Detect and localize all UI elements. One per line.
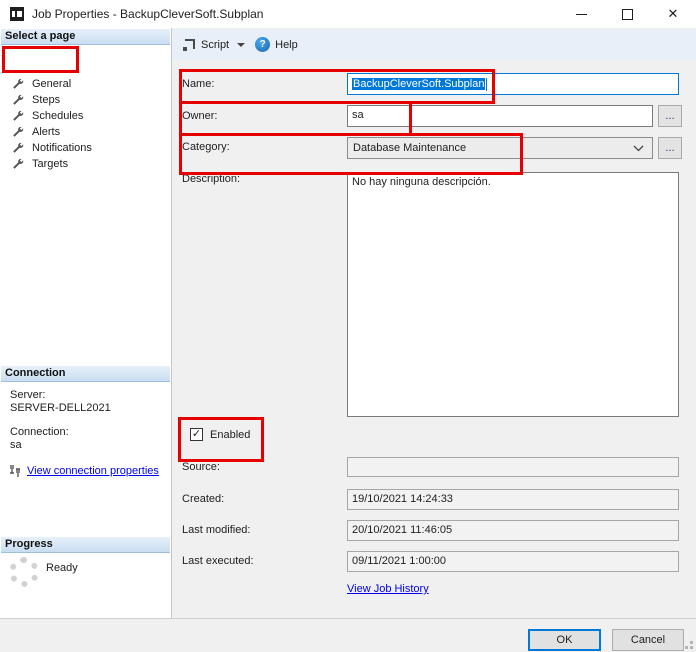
created-label: Created: xyxy=(182,493,224,505)
name-input[interactable]: BackupCleverSoft.Subplan xyxy=(347,73,679,95)
owner-input[interactable]: sa xyxy=(347,105,653,127)
name-value-selected: BackupCleverSoft.Subplan xyxy=(352,78,485,90)
progress-status: Ready xyxy=(46,562,78,574)
description-textarea[interactable]: No hay ninguna descripción. xyxy=(347,172,679,417)
name-label: Name: xyxy=(182,78,214,90)
minimize-icon xyxy=(576,14,587,15)
category-value: Database Maintenance xyxy=(353,142,466,154)
sidebar-item-label: Notifications xyxy=(32,142,92,154)
connection-label: Connection: xyxy=(10,426,69,438)
last-executed-value: 09/11/2021 1:00:00 xyxy=(352,555,446,567)
wrench-icon xyxy=(12,142,24,154)
created-value: 19/10/2021 14:24:33 xyxy=(352,493,453,505)
sidebar-item-notifications[interactable]: Notifications xyxy=(12,140,92,156)
sidebar-item-label: General xyxy=(32,78,71,90)
help-label: Help xyxy=(275,39,298,51)
owner-value: sa xyxy=(352,109,364,121)
sidebar-item-alerts[interactable]: Alerts xyxy=(12,124,60,140)
last-modified-field: 20/10/2021 11:46:05 xyxy=(347,520,679,541)
view-connection-properties-link[interactable]: View connection properties xyxy=(27,465,159,477)
help-button[interactable]: ? Help xyxy=(251,34,302,55)
select-a-page-header: Select a page xyxy=(1,29,170,45)
check-icon: ✓ xyxy=(192,429,201,440)
enabled-label: Enabled xyxy=(210,429,250,441)
description-label: Description: xyxy=(182,173,240,185)
help-icon: ? xyxy=(255,37,270,52)
progress-header: Progress xyxy=(1,537,170,553)
sidebar-item-schedules[interactable]: Schedules xyxy=(12,108,83,124)
wrench-icon xyxy=(12,78,24,90)
maximize-icon xyxy=(622,9,633,20)
resize-grip[interactable] xyxy=(685,641,693,649)
sidebar-item-steps[interactable]: Steps xyxy=(12,92,60,108)
server-value: SERVER-DELL2021 xyxy=(10,402,111,414)
cancel-button[interactable]: Cancel xyxy=(612,629,684,651)
source-field xyxy=(347,457,679,477)
close-icon: ✕ xyxy=(668,6,679,22)
last-executed-label: Last executed: xyxy=(182,555,254,567)
last-modified-label: Last modified: xyxy=(182,524,250,536)
owner-label: Owner: xyxy=(182,110,217,122)
ellipsis-icon: ... xyxy=(665,110,674,122)
job-properties-dialog: Job Properties - BackupCleverSoft.Subpla… xyxy=(0,0,696,652)
close-button[interactable]: ✕ xyxy=(650,0,696,28)
sidebar-item-label: Schedules xyxy=(32,110,83,122)
window-title: Job Properties - BackupCleverSoft.Subpla… xyxy=(32,7,263,21)
view-job-history-link[interactable]: View Job History xyxy=(347,583,429,595)
owner-browse-button[interactable]: ... xyxy=(658,105,682,127)
script-label: Script xyxy=(201,39,229,51)
last-modified-value: 20/10/2021 11:46:05 xyxy=(352,524,452,536)
toolbar: Script ? Help xyxy=(172,29,696,60)
last-executed-field: 09/11/2021 1:00:00 xyxy=(347,551,679,572)
sidebar-item-general[interactable]: General xyxy=(12,76,71,92)
progress-spinner-icon xyxy=(9,557,39,587)
script-dropdown-icon[interactable] xyxy=(237,43,245,47)
title-bar: Job Properties - BackupCleverSoft.Subpla… xyxy=(0,0,696,29)
sidebar-item-label: Alerts xyxy=(32,126,60,138)
wrench-icon xyxy=(12,94,24,106)
source-label: Source: xyxy=(182,461,220,473)
wrench-icon xyxy=(12,158,24,170)
category-browse-button[interactable]: ... xyxy=(658,137,682,159)
wrench-icon xyxy=(12,110,24,122)
connection-properties-icon xyxy=(8,464,22,478)
sidebar-item-targets[interactable]: Targets xyxy=(12,156,68,172)
ellipsis-icon: ... xyxy=(665,142,674,154)
category-select[interactable]: Database Maintenance xyxy=(347,137,653,159)
minimize-button[interactable] xyxy=(558,0,604,28)
description-value: No hay ninguna descripción. xyxy=(352,176,491,188)
dialog-icon xyxy=(10,7,24,21)
connection-header: Connection xyxy=(1,366,170,382)
script-icon xyxy=(182,38,196,52)
maximize-button[interactable] xyxy=(604,0,650,28)
server-label: Server: xyxy=(10,389,45,401)
sidebar-item-label: Steps xyxy=(32,94,60,106)
script-button[interactable]: Script xyxy=(178,35,233,55)
ok-button[interactable]: OK xyxy=(528,629,601,651)
sidebar: Select a page General Steps Schedules Al… xyxy=(0,28,172,618)
category-label: Category: xyxy=(182,141,230,153)
button-bar: OK Cancel xyxy=(0,618,696,652)
text-caret xyxy=(486,78,487,91)
sidebar-item-label: Targets xyxy=(32,158,68,170)
created-field: 19/10/2021 14:24:33 xyxy=(347,489,679,510)
wrench-icon xyxy=(12,126,24,138)
connection-value: sa xyxy=(10,439,22,451)
chevron-down-icon xyxy=(633,145,644,152)
enabled-checkbox[interactable]: ✓ xyxy=(190,428,203,441)
